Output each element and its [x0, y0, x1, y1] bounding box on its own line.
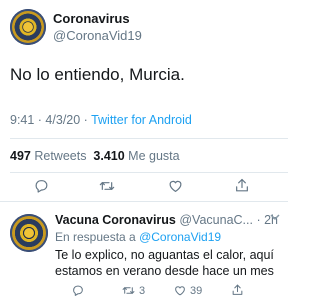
- in-reply-to: En respuesta a @CoronaVid19: [55, 230, 221, 244]
- reply-retweet-button[interactable]: 3: [121, 284, 145, 297]
- reply-author-name[interactable]: Vacuna Coronavirus: [55, 213, 176, 227]
- reply-separator: ·: [252, 213, 265, 227]
- reply-text-line: Te lo explico, no aguantas el calor, aqu…: [55, 248, 274, 262]
- in-reply-to-prefix: En respuesta a: [55, 230, 140, 244]
- reply-retweet-count: 3: [139, 284, 146, 297]
- divider: [10, 138, 288, 139]
- tweet-source-link[interactable]: Twitter for Android: [91, 113, 192, 127]
- like-icon: [169, 180, 182, 192]
- reply-like-button[interactable]: 39: [173, 284, 202, 297]
- reply-text-line: estamos en verano desde hace un mes: [55, 264, 274, 278]
- reply-button[interactable]: [33, 178, 50, 194]
- author-handle[interactable]: @CoronaVid19: [53, 28, 142, 43]
- likes-stat[interactable]: 3.410 Me gusta: [93, 149, 179, 163]
- avatar[interactable]: [10, 9, 46, 45]
- reply-share-button[interactable]: [231, 283, 244, 297]
- retweets-label: Retweets: [34, 149, 87, 163]
- like-icon: [175, 286, 185, 296]
- retweet-icon: [122, 287, 135, 294]
- tweet-timestamp: 9:41 · 4/3/20 ·: [10, 113, 92, 127]
- share-icon: [236, 178, 248, 192]
- in-reply-to-handle[interactable]: @CoronaVid19: [139, 230, 221, 244]
- likes-label: Me gusta: [128, 149, 180, 163]
- likes-count: 3.410: [93, 149, 125, 163]
- share-icon: [232, 284, 243, 295]
- reply-like-count: 39: [190, 284, 203, 297]
- share-button[interactable]: [234, 177, 250, 194]
- retweet-button[interactable]: [98, 178, 116, 194]
- chevron-down-icon: [270, 214, 280, 221]
- like-button[interactable]: [167, 178, 184, 194]
- reply-menu-button[interactable]: [270, 212, 280, 224]
- tweet-text: No lo entiendo, Murcia.: [10, 65, 185, 84]
- reply-icon: [73, 285, 83, 296]
- reply-header: Vacuna Coronavirus @VacunaC... · 2h: [55, 213, 278, 227]
- tweet-stats: 497 Retweets 3.410 Me gusta: [10, 149, 180, 163]
- reply-author-handle[interactable]: @VacunaC...: [179, 213, 253, 227]
- divider: [0, 201, 288, 202]
- reply-reply-button[interactable]: [71, 284, 85, 297]
- reply-icon: [35, 180, 48, 193]
- tweet-meta: 9:41 · 4/3/20 · Twitter for Android: [10, 113, 192, 127]
- retweets-count: 497: [10, 149, 31, 163]
- reply-avatar[interactable]: [10, 214, 48, 252]
- retweets-stat[interactable]: 497 Retweets: [10, 149, 86, 163]
- retweet-icon: [99, 182, 115, 190]
- author-name[interactable]: Coronavirus: [53, 11, 130, 26]
- divider: [10, 172, 288, 173]
